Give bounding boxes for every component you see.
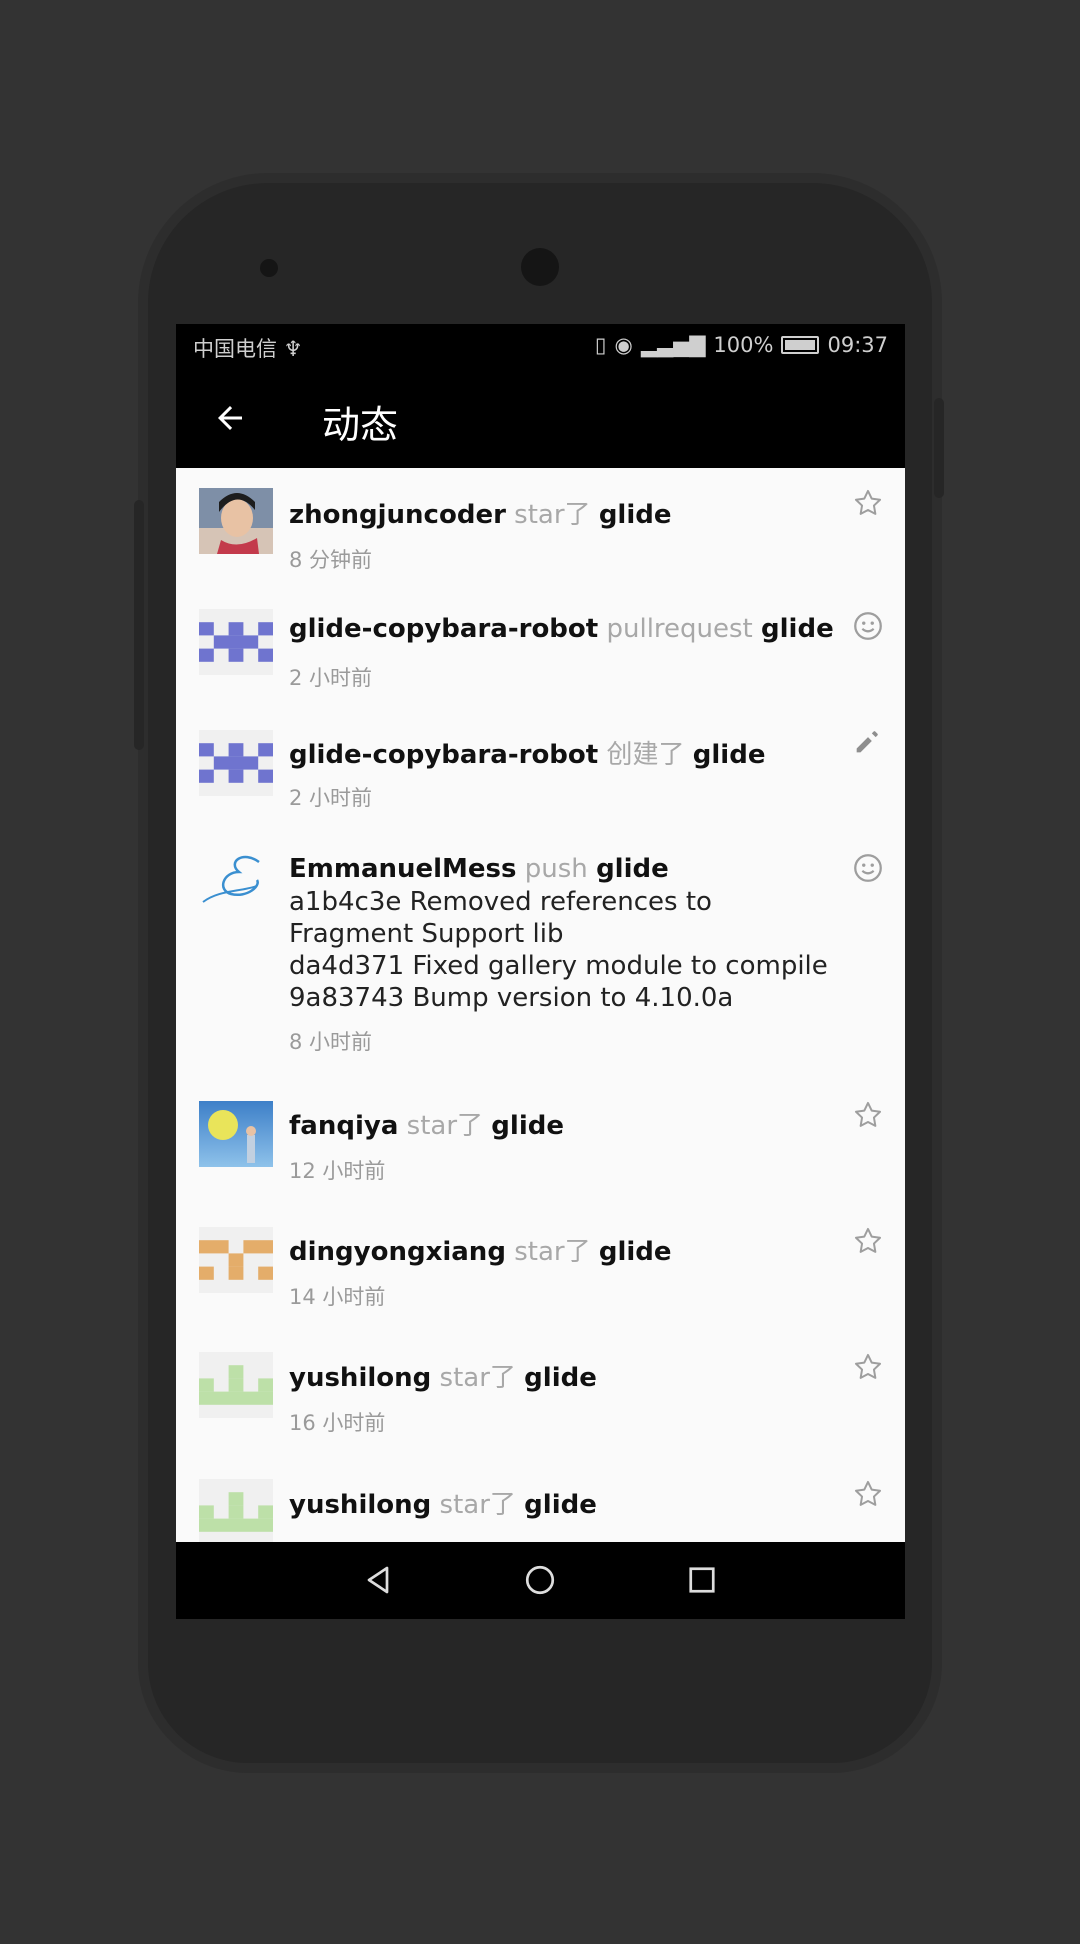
actor-name[interactable]: glide-copybara-robot [289, 614, 598, 644]
action-verb: star了 [514, 500, 591, 530]
app-bar: 动态 [176, 368, 905, 468]
repo-name[interactable]: glide [599, 1237, 672, 1267]
vibrate-icon: ▯ [594, 333, 607, 357]
commit-list: a1b4c3e Removed references to Fragment S… [289, 886, 889, 1014]
action-verb: star了 [514, 1237, 591, 1267]
identicon-avatar[interactable] [199, 1227, 273, 1293]
event-time: 16 小时前 [289, 1411, 386, 1435]
actor-name[interactable]: zhongjuncoder [289, 500, 506, 530]
feed-item[interactable]: yushilong star了 glide 16 小时前 [176, 1331, 905, 1458]
actor-name[interactable]: yushilong [289, 1490, 431, 1520]
nav-home-icon[interactable] [522, 1562, 558, 1598]
battery-percent: 100% [713, 333, 774, 357]
clock: 09:37 [827, 333, 888, 357]
actor-name[interactable]: fanqiya [289, 1111, 398, 1141]
action-verb: star了 [406, 1111, 484, 1141]
actor-name[interactable]: glide-copybara-robot [289, 740, 598, 770]
repo-name[interactable]: glide [599, 500, 672, 530]
repo-name[interactable]: glide [491, 1111, 564, 1141]
signal-icon: ▂▃▅▇ [640, 333, 706, 357]
star-outline-icon [854, 489, 882, 515]
event-time: 2 小时前 [289, 666, 373, 690]
commit-line: 9a83743 Bump version to 4.10.0a [289, 983, 734, 1013]
eye-icon: ◉ [614, 333, 633, 357]
action-verb: star了 [439, 1363, 516, 1393]
script-e-avatar[interactable] [199, 850, 273, 916]
event-time: 8 小时前 [289, 1030, 373, 1054]
star-outline-icon [854, 1101, 882, 1127]
user-avatar[interactable] [199, 1101, 273, 1167]
repo-name[interactable]: glide [693, 740, 766, 770]
feed-item[interactable]: zhongjuncoder star了 glide 8 分钟前 [176, 468, 905, 589]
pencil-icon [856, 731, 878, 753]
commit-line: a1b4c3e Removed references to [289, 887, 712, 917]
system-nav-bar [176, 1542, 905, 1619]
star-outline-icon [854, 1227, 882, 1253]
event-feed: zhongjuncoder star了 glide 8 分钟前 glide-co… [176, 468, 905, 1542]
feed-item[interactable]: glide-copybara-robot pullrequest glide 2… [176, 589, 905, 709]
screen: 中国电信 ♆ ▯ ◉ ▂▃▅▇ 100% 09:37 动态 zhongjunco… [176, 324, 905, 1619]
smiley-icon [854, 612, 882, 640]
repo-name[interactable]: glide [524, 1490, 597, 1520]
power-button [934, 398, 944, 498]
commit-line: da4d371 Fixed gallery module to compile [289, 951, 828, 981]
usb-icon: ♆ [283, 337, 303, 361]
event-time: 8 分钟前 [289, 548, 373, 572]
repo-name[interactable]: glide [596, 854, 669, 884]
action-verb: star了 [439, 1490, 516, 1520]
star-outline-icon [854, 1480, 882, 1506]
repo-name[interactable]: glide [761, 614, 834, 644]
speaker-hole [260, 259, 278, 277]
status-bar: 中国电信 ♆ ▯ ◉ ▂▃▅▇ 100% 09:37 [176, 324, 905, 368]
user-avatar[interactable] [199, 488, 273, 554]
identicon-avatar[interactable] [199, 730, 273, 796]
feed-item[interactable]: fanqiya star了 glide 12 小时前 [176, 1079, 905, 1205]
action-verb: pullrequest [606, 614, 762, 644]
front-camera [521, 248, 559, 286]
page-title: 动态 [322, 403, 399, 447]
actor-name[interactable]: dingyongxiang [289, 1237, 506, 1267]
commit-line: Fragment Support lib [289, 919, 564, 949]
identicon-avatar[interactable] [199, 1352, 273, 1418]
volume-button [134, 500, 144, 750]
carrier-label: 中国电信 [193, 337, 277, 361]
feed-item[interactable]: yushilong star了 glide [176, 1458, 905, 1542]
actor-name[interactable]: yushilong [289, 1363, 431, 1393]
smiley-icon [854, 854, 882, 882]
identicon-avatar[interactable] [199, 1479, 273, 1542]
action-verb: push [524, 854, 597, 884]
battery-icon [781, 336, 820, 354]
star-outline-icon [854, 1353, 882, 1379]
nav-back-icon[interactable] [360, 1562, 396, 1598]
event-time: 12 小时前 [289, 1159, 386, 1183]
nav-recents-icon[interactable] [684, 1562, 720, 1598]
action-verb: 创建了 [606, 740, 685, 770]
event-time: 14 小时前 [289, 1285, 386, 1309]
event-time: 2 小时前 [289, 786, 373, 810]
feed-item[interactable]: dingyongxiang star了 glide 14 小时前 [176, 1205, 905, 1331]
feed-item[interactable]: glide-copybara-robot 创建了 glide 2 小时前 [176, 709, 905, 830]
repo-name[interactable]: glide [524, 1363, 597, 1393]
identicon-avatar[interactable] [199, 609, 273, 675]
feed-item[interactable]: EmmanuelMess push glide a1b4c3e Removed … [176, 830, 905, 1079]
back-arrow-icon[interactable] [212, 400, 248, 436]
actor-name[interactable]: EmmanuelMess [289, 854, 517, 884]
